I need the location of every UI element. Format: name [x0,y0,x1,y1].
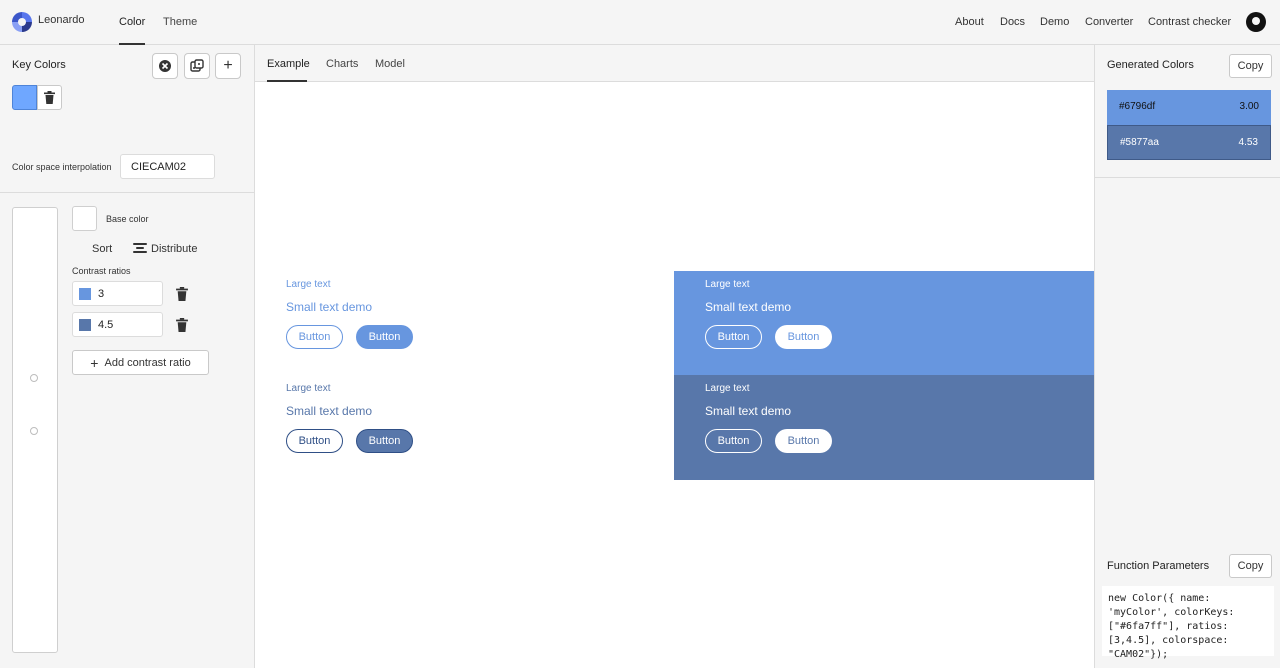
generated-hex: #5877aa [1120,137,1159,148]
demo-small-text: Small text demo [705,404,792,418]
view-tabs: Example Charts Model [255,45,1094,82]
generated-ratio: 3.00 [1239,101,1259,112]
demo-light-color1: Large text Small text demo Button Button [255,271,674,375]
base-color-swatch[interactable] [72,206,97,231]
demo-filled-button[interactable]: Button [356,325,413,349]
copy-params-button[interactable]: Copy [1229,554,1272,578]
key-color-swatch[interactable] [12,85,37,110]
right-panel: Generated Colors Copy #6796df 3.00 #5877… [1094,45,1280,668]
add-contrast-ratio-label: Add contrast ratio [104,356,191,369]
delete-ratio-button[interactable] [176,318,188,332]
github-icon[interactable] [1246,12,1266,32]
plus-icon: + [90,354,99,371]
top-nav: Leonardo Color Theme About Docs Demo Con… [0,0,1280,45]
ratio-marker[interactable] [30,374,38,382]
color-space-select[interactable]: CIECAM02 [120,154,215,179]
base-color-label: Base color [106,214,149,224]
demo-large-text: Large text [286,279,331,290]
demo-small-text: Small text demo [286,300,373,314]
randomize-key-colors-button[interactable] [184,53,210,79]
generated-ratio: 4.53 [1238,137,1258,148]
right-divider [1095,177,1280,178]
ratio-color-chip [79,319,91,331]
nav-link-contrast-checker[interactable]: Contrast checker [1148,16,1231,28]
demo-large-text: Large text [286,383,331,394]
left-divider [0,192,254,193]
demo-dark-color1: Large text Small text demo Button Button [674,271,1094,375]
function-params-code[interactable]: new Color({ name: 'myColor', colorKeys: … [1102,586,1274,660]
add-contrast-ratio-button[interactable]: + Add contrast ratio [72,350,209,375]
demo-large-text: Large text [705,383,750,394]
tab-charts[interactable]: Charts [326,58,358,70]
tab-model[interactable]: Model [375,58,405,70]
tab-example[interactable]: Example [267,58,310,70]
dice-icon [190,59,204,72]
demo-outline-button[interactable]: Button [286,429,343,453]
function-params-title: Function Parameters [1107,560,1210,572]
demo-outline-button[interactable]: Button [705,325,762,349]
distribute-button[interactable]: Distribute [151,243,197,255]
trash-icon [176,287,188,301]
ratio-input[interactable]: 4.5 [72,312,163,337]
ratio-value: 4.5 [98,319,114,331]
ratio-color-chip [79,288,91,300]
demo-large-text: Large text [705,279,750,290]
nav-link-converter[interactable]: Converter [1085,16,1133,28]
demo-filled-button[interactable]: Button [356,429,413,453]
trash-icon [44,91,55,104]
add-key-color-button[interactable]: + [215,53,241,79]
delete-ratio-button[interactable] [176,287,188,301]
plus-icon: + [223,57,233,74]
demo-dark-color2: Large text Small text demo Button Button [674,375,1094,480]
contrast-ratios-label: Contrast ratios [72,266,131,276]
demo-outline-button[interactable]: Button [286,325,343,349]
nav-link-docs[interactable]: Docs [1000,16,1025,28]
demo-outline-button[interactable]: Button [705,429,762,453]
nav-tab-color[interactable]: Color [119,16,145,28]
generated-hex: #6796df [1119,101,1156,112]
nav-tab-theme[interactable]: Theme [163,16,197,28]
leonardo-logo-icon[interactable] [12,12,32,32]
delete-key-color-button[interactable] [37,85,62,110]
key-colors-title: Key Colors [12,59,66,71]
demo-filled-button[interactable]: Button [775,429,832,453]
demo-small-text: Small text demo [286,404,373,418]
generated-color-row[interactable]: #6796df 3.00 [1107,90,1271,125]
generated-colors-title: Generated Colors [1107,59,1194,71]
trash-icon [176,318,188,332]
demo-light-color2: Large text Small text demo Button Button [255,375,674,480]
generated-color-row[interactable]: #5877aa 4.53 [1107,125,1271,160]
close-circle-icon [159,60,171,72]
tab-active-indicator [267,80,307,82]
ratio-marker[interactable] [30,427,38,435]
clear-key-colors-button[interactable] [152,53,178,79]
left-panel: Key Colors + Color space interpolation C… [0,45,255,668]
sort-button[interactable]: Sort [92,243,112,255]
ratio-value: 3 [98,288,105,300]
csi-label: Color space interpolation [12,162,112,172]
color-gradient-bar[interactable] [12,207,58,653]
nav-link-demo[interactable]: Demo [1040,16,1069,28]
nav-link-about[interactable]: About [955,16,984,28]
copy-colors-button[interactable]: Copy [1229,54,1272,78]
ratio-input[interactable]: 3 [72,281,163,306]
demo-small-text: Small text demo [705,300,792,314]
distribute-icon [133,242,147,254]
brand-name[interactable]: Leonardo [38,14,85,26]
main-area: Example Charts Model Large text Small te… [255,45,1094,668]
demo-filled-button[interactable]: Button [775,325,832,349]
